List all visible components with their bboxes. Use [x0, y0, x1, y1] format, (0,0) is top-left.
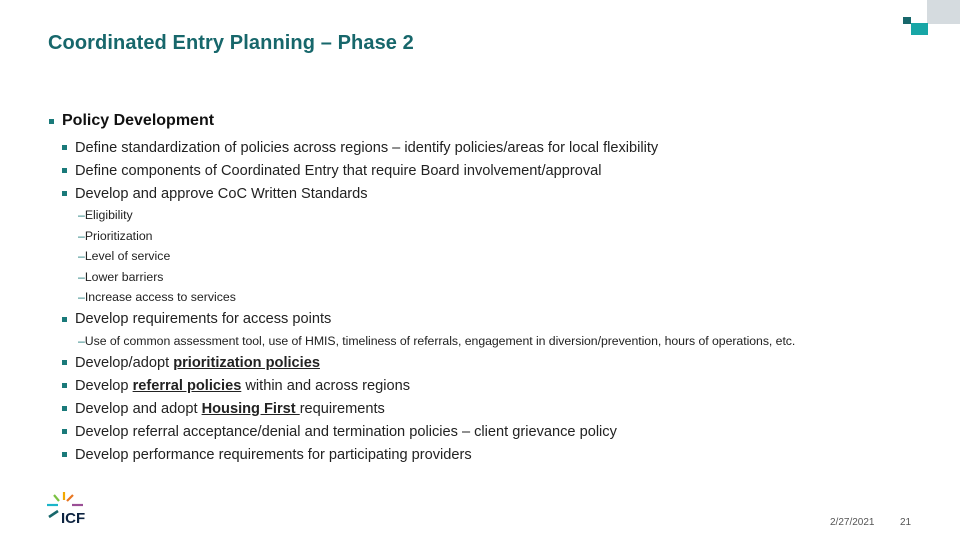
list-item: Develop referral acceptance/denial and t…	[48, 420, 928, 443]
square-bullet-icon	[62, 360, 67, 365]
sub-list-item: –Lower barriers	[78, 269, 164, 284]
icf-logo: ICF	[46, 491, 110, 527]
list-item: Develop/adopt prioritization policies	[48, 351, 928, 374]
square-bullet-icon	[62, 191, 67, 196]
slide-title: Coordinated Entry Planning – Phase 2	[48, 32, 414, 54]
page-number: 21	[900, 517, 912, 528]
square-bullet-icon	[62, 429, 67, 434]
list-item: Develop requirements for access points	[48, 308, 928, 331]
slide-body: Policy Development Define standardizatio…	[48, 111, 928, 466]
corner-decoration-teal	[911, 23, 928, 35]
heading-text: Policy Development	[62, 112, 215, 129]
sub-list-item: –Use of common assessment tool, use of H…	[78, 333, 796, 348]
emphasis-referral-policies: referral policies	[132, 377, 242, 394]
square-bullet-icon	[62, 168, 67, 173]
dash-bullet-icon: –	[78, 290, 85, 304]
logo-text: ICF	[61, 510, 85, 527]
emphasis-housing-first: Housing First	[201, 400, 300, 417]
square-bullet-icon	[62, 406, 67, 411]
emphasis-prioritization-policies: prioritization policies	[173, 354, 320, 371]
footer-date: 2/27/2021	[830, 517, 875, 528]
square-bullet-icon	[62, 452, 67, 457]
dash-bullet-icon: –	[78, 208, 85, 222]
dash-bullet-icon: –	[78, 249, 85, 263]
list-item: Develop performance requirements for par…	[48, 443, 928, 466]
square-bullet-icon	[62, 316, 67, 322]
corner-decoration-dark	[903, 17, 911, 24]
square-bullet-icon	[49, 118, 54, 124]
icf-logo-icon: ICF	[47, 492, 85, 527]
list-item: Define standardization of policies acros…	[48, 136, 928, 159]
sub-list-item: –Level of service	[78, 249, 171, 263]
corner-decoration-gray	[927, 0, 960, 24]
dash-bullet-icon: –	[78, 333, 85, 348]
square-bullet-icon	[62, 383, 67, 388]
list-item: Define components of Coordinated Entry t…	[48, 159, 928, 182]
list-item: Develop referral policies within and acr…	[48, 374, 928, 397]
list-item: Develop and adopt Housing First requirem…	[48, 397, 928, 420]
sub-list-item: –Prioritization	[78, 228, 153, 243]
heading-policy-development: Policy Development	[48, 111, 928, 131]
dash-bullet-icon: –	[78, 228, 85, 243]
sub-list-item: –Eligibility	[78, 208, 133, 222]
square-bullet-icon	[62, 145, 67, 150]
list-item: Develop and approve CoC Written Standard…	[48, 182, 928, 205]
sub-list-item: –Increase access to services	[78, 290, 236, 304]
dash-bullet-icon: –	[78, 269, 85, 284]
